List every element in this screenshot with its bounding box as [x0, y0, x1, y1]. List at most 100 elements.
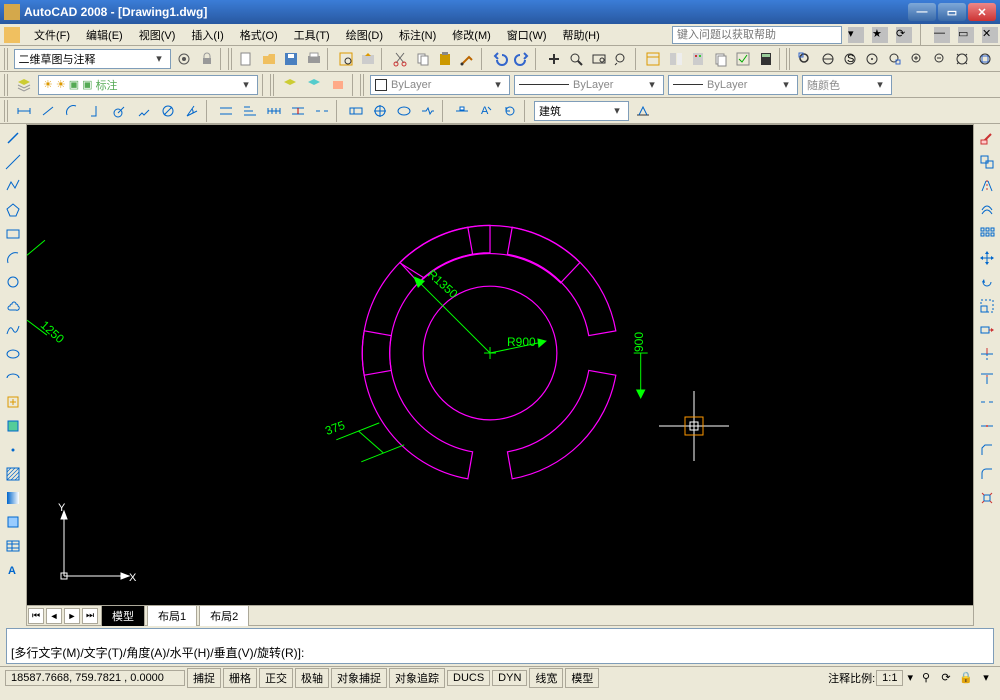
menu-draw[interactable]: 绘图(D) — [338, 24, 391, 46]
move-icon[interactable] — [976, 247, 998, 269]
region-icon[interactable] — [2, 511, 24, 533]
revcloud-icon[interactable] — [2, 295, 24, 317]
save-icon[interactable] — [281, 48, 301, 70]
qdim-icon[interactable] — [215, 100, 237, 122]
doc-restore-icon[interactable]: ▭ — [958, 27, 974, 43]
dimbreak-icon[interactable] — [311, 100, 333, 122]
layer-iso-icon[interactable] — [327, 74, 349, 96]
tab-next-icon[interactable]: ► — [64, 608, 80, 624]
dimupdate-icon[interactable] — [499, 100, 521, 122]
arc-icon[interactable] — [2, 247, 24, 269]
dimjogline-icon[interactable] — [417, 100, 439, 122]
menu-tools[interactable]: 工具(T) — [286, 24, 338, 46]
menu-file[interactable]: 文件(F) — [26, 24, 78, 46]
array-icon[interactable] — [976, 223, 998, 245]
osnap-toggle[interactable]: 对象捕捉 — [331, 668, 387, 688]
tolerance-icon[interactable] — [345, 100, 367, 122]
hatch-icon[interactable] — [2, 463, 24, 485]
zoom-scale-icon[interactable]: S — [840, 48, 860, 70]
menu-dim[interactable]: 标注(N) — [391, 24, 444, 46]
stretch-icon[interactable] — [976, 319, 998, 341]
dimcontinue-icon[interactable] — [263, 100, 285, 122]
erase-icon[interactable] — [976, 127, 998, 149]
paste-icon[interactable] — [435, 48, 455, 70]
zoom-extents-icon[interactable] — [974, 48, 994, 70]
zoom-window2-icon[interactable] — [795, 48, 815, 70]
lock-icon[interactable] — [197, 48, 217, 70]
extend-icon[interactable] — [976, 367, 998, 389]
redo-icon[interactable] — [512, 48, 532, 70]
explode-icon[interactable] — [976, 487, 998, 509]
tab-layout1[interactable]: 布局1 — [147, 605, 197, 626]
pan-icon[interactable] — [544, 48, 564, 70]
status-tray-icon[interactable]: ▾ — [977, 669, 995, 687]
properties-icon[interactable] — [643, 48, 663, 70]
dimradius-icon[interactable] — [109, 100, 131, 122]
tab-prev-icon[interactable]: ◄ — [46, 608, 62, 624]
dimspace-icon[interactable] — [287, 100, 309, 122]
help-search-input[interactable] — [672, 26, 842, 44]
plot-icon[interactable] — [303, 48, 323, 70]
doc-minimize-icon[interactable]: — — [934, 27, 950, 43]
layer-manager-icon[interactable] — [13, 74, 35, 96]
anno-visibility-icon[interactable]: ⚲ — [917, 669, 935, 687]
mirror-icon[interactable] — [976, 175, 998, 197]
grid-toggle[interactable]: 栅格 — [223, 668, 257, 688]
snap-toggle[interactable]: 捕捉 — [187, 668, 221, 688]
ellipsearc-icon[interactable] — [2, 367, 24, 389]
tab-first-icon[interactable]: ⏮ — [28, 608, 44, 624]
markup-icon[interactable] — [733, 48, 753, 70]
linetype-combo[interactable]: ByLayer▾ — [514, 75, 664, 95]
drawing-canvas[interactable]: R900 R1350 375 900 1250 X Y — [27, 125, 973, 605]
dcenter-icon[interactable] — [666, 48, 686, 70]
dimstyle-combo[interactable]: 建筑▾ — [534, 101, 629, 121]
menu-modify[interactable]: 修改(M) — [444, 24, 499, 46]
layer-prev-icon[interactable] — [279, 74, 301, 96]
coords-display[interactable]: 18587.7668, 759.7821 , 0.0000 — [5, 670, 185, 686]
zoom-in-icon[interactable] — [907, 48, 927, 70]
dimedit-icon[interactable] — [451, 100, 473, 122]
zoom-realtime-icon[interactable] — [566, 48, 586, 70]
point-icon[interactable] — [2, 439, 24, 461]
ortho-toggle[interactable]: 正交 — [259, 668, 293, 688]
doc-close-icon[interactable]: ✕ — [982, 27, 998, 43]
chamfer-icon[interactable] — [976, 439, 998, 461]
lineweight-combo[interactable]: ByLayer▾ — [668, 75, 798, 95]
dyn-toggle[interactable]: DYN — [492, 670, 527, 686]
close-button[interactable]: ✕ — [968, 3, 996, 21]
zoom-prev-icon[interactable] — [611, 48, 631, 70]
nav-icon[interactable]: ⟳ — [896, 27, 912, 43]
calc-icon[interactable] — [755, 48, 775, 70]
dimdiameter-icon[interactable] — [157, 100, 179, 122]
table-icon[interactable] — [2, 535, 24, 557]
minimize-button[interactable]: — — [908, 3, 936, 21]
dimjogged-icon[interactable] — [133, 100, 155, 122]
layer-state-icon[interactable] — [303, 74, 325, 96]
diminspect-icon[interactable] — [393, 100, 415, 122]
zoom-window-icon[interactable] — [589, 48, 609, 70]
anno-auto-icon[interactable]: ⟳ — [937, 669, 955, 687]
dimaligned-icon[interactable] — [37, 100, 59, 122]
insert-icon[interactable] — [2, 391, 24, 413]
cut-icon[interactable] — [390, 48, 410, 70]
trim-icon[interactable] — [976, 343, 998, 365]
gear-icon[interactable] — [174, 48, 194, 70]
polar-toggle[interactable]: 极轴 — [295, 668, 329, 688]
anno-scale[interactable]: 1:1 — [876, 670, 903, 686]
dimbaseline-icon[interactable] — [239, 100, 261, 122]
spline-icon[interactable] — [2, 319, 24, 341]
dimtedit-icon[interactable]: A — [475, 100, 497, 122]
dimstyle-manager-icon[interactable] — [632, 100, 654, 122]
color-combo[interactable]: ByLayer▾ — [370, 75, 510, 95]
maximize-button[interactable]: ▭ — [938, 3, 966, 21]
model-toggle[interactable]: 模型 — [565, 668, 599, 688]
undo-icon[interactable] — [489, 48, 509, 70]
search-dropdown-icon[interactable]: ▾ — [848, 27, 864, 43]
zoom-out-icon[interactable] — [930, 48, 950, 70]
join-icon[interactable] — [976, 415, 998, 437]
gradient-icon[interactable] — [2, 487, 24, 509]
scale-icon[interactable] — [976, 295, 998, 317]
dimarc-icon[interactable] — [61, 100, 83, 122]
zoom-dynamic-icon[interactable] — [817, 48, 837, 70]
circle-icon[interactable] — [2, 271, 24, 293]
